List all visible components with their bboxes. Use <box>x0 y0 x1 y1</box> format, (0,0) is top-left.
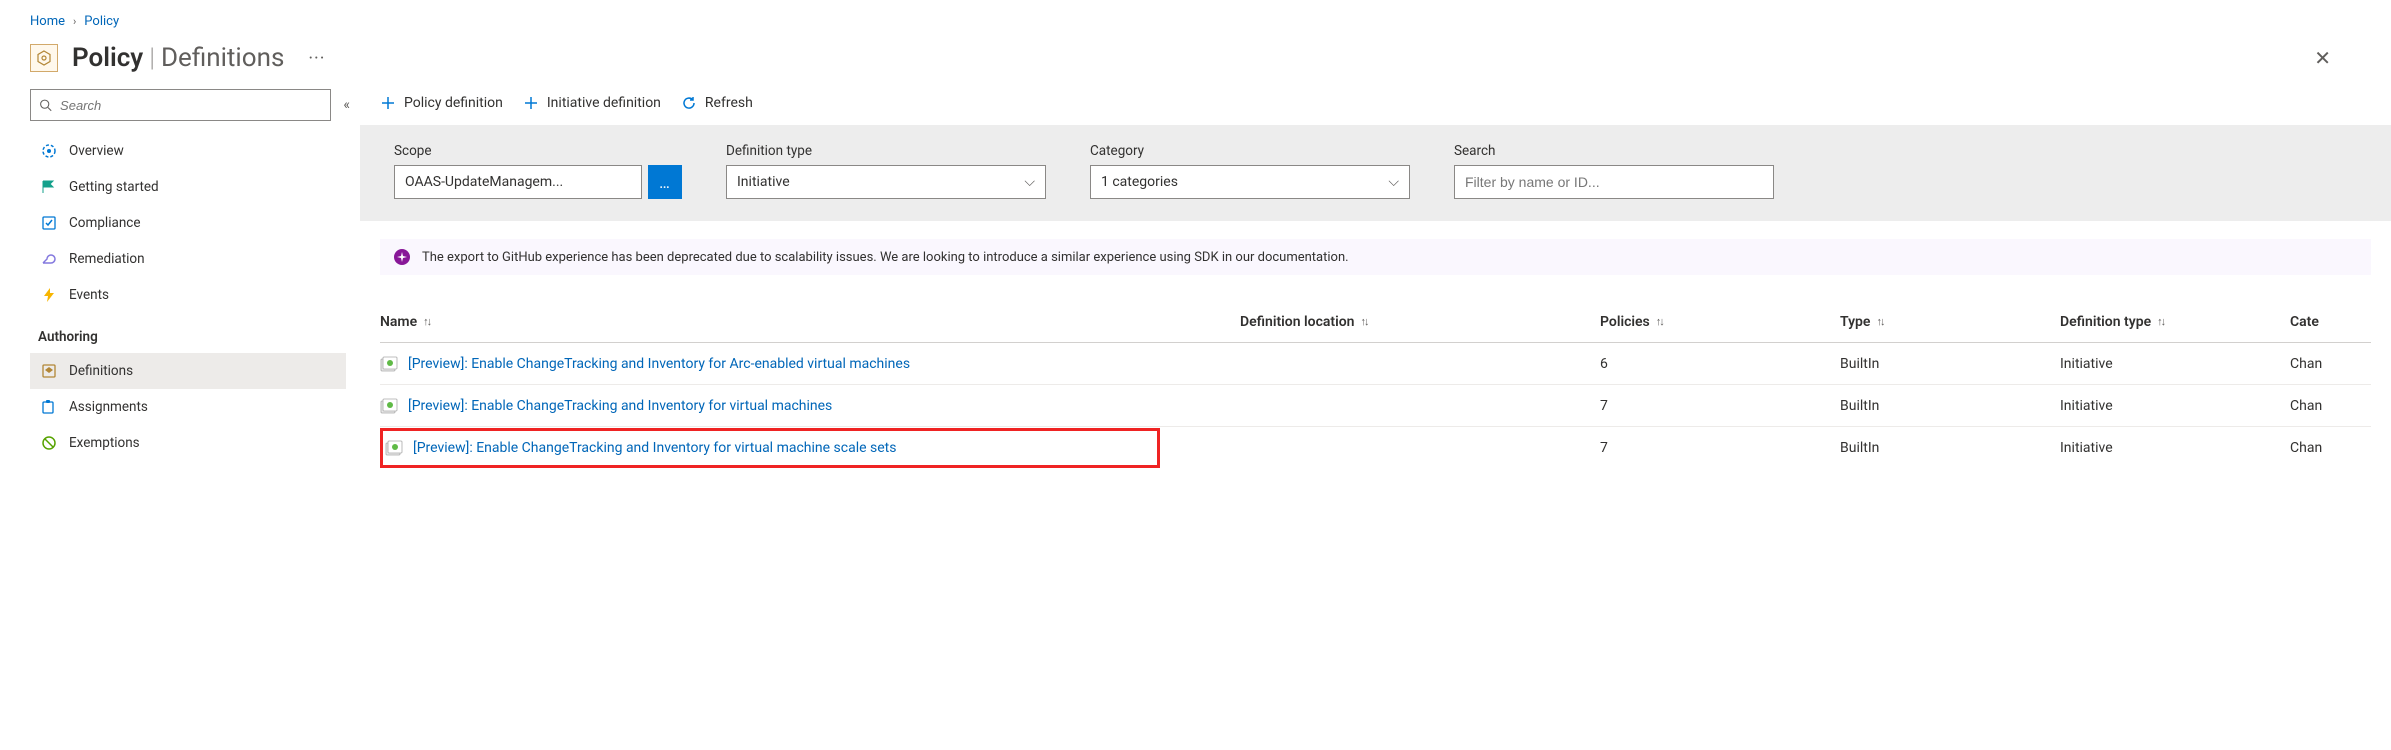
filter-category: Category 1 categories ⌵ <box>1090 143 1410 199</box>
sidebar: « Overview Getting started Compliance Re… <box>0 83 360 461</box>
chevron-right-icon: › <box>73 15 76 28</box>
breadcrumb-home[interactable]: Home <box>30 14 65 29</box>
exemption-icon <box>41 435 57 451</box>
close-icon[interactable]: ✕ <box>2314 48 2361 68</box>
chevron-down-icon: ⌵ <box>1024 174 1035 190</box>
sidebar-item-label: Remediation <box>69 251 145 267</box>
cell-definition-type: Initiative <box>2060 398 2290 414</box>
row-name-link[interactable]: [Preview]: Enable ChangeTracking and Inv… <box>413 440 896 456</box>
sidebar-item-getting-started[interactable]: Getting started <box>30 169 346 205</box>
initiative-icon <box>380 355 398 373</box>
highlighted-annotation: [Preview]: Enable ChangeTracking and Inv… <box>380 428 1160 468</box>
cell-policies: 7 <box>1600 440 1840 456</box>
table-row[interactable]: [Preview]: Enable ChangeTracking and Inv… <box>380 385 2371 427</box>
filter-scope: Scope OAAS-UpdateManagem... … <box>394 143 682 199</box>
add-policy-definition-button[interactable]: Policy definition <box>380 95 503 111</box>
sidebar-item-events[interactable]: Events <box>30 277 346 313</box>
sidebar-item-assignments[interactable]: Assignments <box>30 389 346 425</box>
cell-category: Chan <box>2290 398 2391 414</box>
sidebar-item-label: Overview <box>69 143 124 159</box>
plus-icon <box>380 95 396 111</box>
more-actions-icon[interactable]: ··· <box>308 48 325 69</box>
col-policies[interactable]: Policies↑↓ <box>1600 314 1840 330</box>
sidebar-item-label: Definitions <box>69 363 133 379</box>
breadcrumb: Home › Policy <box>0 0 2391 37</box>
cell-policies: 7 <box>1600 398 1840 414</box>
title-sub: Definitions <box>161 43 284 73</box>
sidebar-item-label: Events <box>69 287 109 303</box>
dashboard-icon <box>41 143 57 159</box>
sidebar-item-label: Compliance <box>69 215 141 231</box>
table-header-row: Name↑↓ Definition location↑↓ Policies↑↓ … <box>380 301 2371 343</box>
flag-icon <box>41 179 57 195</box>
category-select[interactable]: 1 categories ⌵ <box>1090 165 1410 199</box>
table-row[interactable]: [Preview]: Enable ChangeTracking and Inv… <box>380 343 2371 385</box>
info-icon <box>394 249 410 265</box>
add-initiative-definition-button[interactable]: Initiative definition <box>523 95 661 111</box>
definition-icon <box>41 363 57 379</box>
sort-icon: ↑↓ <box>423 315 430 328</box>
col-name[interactable]: Name↑↓ <box>380 314 1240 330</box>
assignment-icon <box>41 399 57 415</box>
refresh-icon <box>681 95 697 111</box>
sidebar-item-compliance[interactable]: Compliance <box>30 205 346 241</box>
title-main: Policy <box>72 43 143 73</box>
initiative-icon <box>380 397 398 415</box>
sidebar-item-label: Assignments <box>69 399 148 415</box>
scope-selector-button[interactable]: … <box>648 165 682 199</box>
cell-type: BuiltIn <box>1840 356 2060 372</box>
filter-definition-type: Definition type Initiative ⌵ <box>726 143 1046 199</box>
page-title-row: Policy | Definitions ··· ✕ <box>0 37 2391 83</box>
filter-search: Search <box>1454 143 1774 199</box>
row-name-link[interactable]: [Preview]: Enable ChangeTracking and Inv… <box>408 356 910 372</box>
sidebar-item-label: Exemptions <box>69 435 140 451</box>
main-content: Policy definition Initiative definition … <box>360 83 2391 469</box>
chevron-down-icon: ⌵ <box>1388 174 1399 190</box>
plus-icon <box>523 95 539 111</box>
col-type[interactable]: Type↑↓ <box>1840 314 2060 330</box>
cell-category: Chan <box>2290 440 2391 456</box>
sidebar-item-remediation[interactable]: Remediation <box>30 241 346 277</box>
sidebar-item-label: Getting started <box>69 179 159 195</box>
wrench-icon <box>41 251 57 267</box>
filter-search-input[interactable] <box>1454 165 1774 199</box>
col-definition-location[interactable]: Definition location↑↓ <box>1240 314 1600 330</box>
definitions-table: Name↑↓ Definition location↑↓ Policies↑↓ … <box>360 289 2391 469</box>
refresh-button[interactable]: Refresh <box>681 95 753 111</box>
sidebar-item-definitions[interactable]: Definitions <box>30 353 346 389</box>
sidebar-search[interactable] <box>30 89 331 121</box>
page-title: Policy | Definitions <box>72 43 284 73</box>
sort-icon: ↑↓ <box>1656 315 1663 328</box>
collapse-sidebar-icon[interactable]: « <box>343 97 346 113</box>
sidebar-item-exemptions[interactable]: Exemptions <box>30 425 346 461</box>
cell-policies: 6 <box>1600 356 1840 372</box>
initiative-icon <box>385 439 403 457</box>
sidebar-item-overview[interactable]: Overview <box>30 133 346 169</box>
cell-type: BuiltIn <box>1840 440 2060 456</box>
sidebar-section-authoring: Authoring <box>30 313 346 353</box>
banner-text: The export to GitHub experience has been… <box>422 250 1349 265</box>
deprecation-banner: The export to GitHub experience has been… <box>380 239 2371 275</box>
bolt-icon <box>41 287 57 303</box>
cell-definition-type: Initiative <box>2060 440 2290 456</box>
sort-icon: ↑↓ <box>1361 315 1368 328</box>
sidebar-search-input[interactable] <box>58 97 322 114</box>
definition-type-select[interactable]: Initiative ⌵ <box>726 165 1046 199</box>
col-category[interactable]: Cate <box>2290 314 2391 330</box>
breadcrumb-policy[interactable]: Policy <box>84 14 119 29</box>
cell-category: Chan <box>2290 356 2391 372</box>
table-row[interactable]: [Preview]: Enable ChangeTracking and Inv… <box>380 427 2371 469</box>
filter-bar: Scope OAAS-UpdateManagem... … Definition… <box>360 125 2391 221</box>
toolbar: Policy definition Initiative definition … <box>360 89 2391 125</box>
sort-icon: ↑↓ <box>2157 315 2164 328</box>
checklist-icon <box>41 215 57 231</box>
sort-icon: ↑↓ <box>1876 315 1883 328</box>
cell-type: BuiltIn <box>1840 398 2060 414</box>
search-icon <box>39 98 52 112</box>
cell-definition-type: Initiative <box>2060 356 2290 372</box>
row-name-link[interactable]: [Preview]: Enable ChangeTracking and Inv… <box>408 398 832 414</box>
col-definition-type[interactable]: Definition type↑↓ <box>2060 314 2290 330</box>
policy-icon <box>30 44 58 72</box>
scope-picker[interactable]: OAAS-UpdateManagem... <box>394 165 642 199</box>
